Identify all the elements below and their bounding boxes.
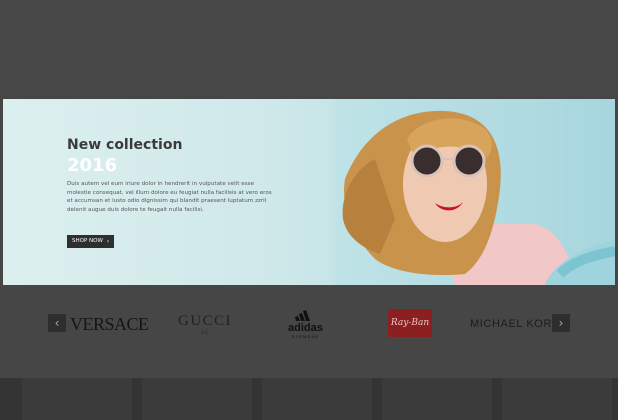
brand-logo-adidas[interactable]: adidas EYEWEAR	[288, 308, 323, 340]
hero-title: New collection	[67, 137, 183, 153]
bottom-tile	[22, 378, 132, 420]
adidas-wordmark: adidas	[288, 321, 323, 334]
chevron-right-icon: ›	[106, 238, 110, 245]
bottom-tile	[502, 378, 612, 420]
bottom-tile	[262, 378, 372, 420]
versace-wordmark: VERSACE	[70, 313, 149, 334]
michael-kors-wordmark: MICHAEL KORS	[470, 318, 560, 330]
brand-logo-versace[interactable]: VERSACE	[70, 308, 149, 340]
hero-description: Duis autem vel eum iriure dolor in hendr…	[67, 181, 272, 214]
shop-now-button[interactable]: SHOP NOW ›	[67, 235, 115, 248]
brand-logo-gucci[interactable]: GUCCI ↄc	[178, 308, 232, 340]
bottom-tile	[382, 378, 492, 420]
adidas-stripes-icon	[295, 309, 311, 321]
hero-banner: New collection 2016 Duis autem vel eum i…	[3, 99, 615, 285]
hero-year: 2016	[67, 155, 118, 176]
brand-logo-michael-kors[interactable]: MICHAEL KORS	[470, 308, 560, 340]
adidas-subtitle: EYEWEAR	[291, 333, 319, 339]
brand-logo-rayban[interactable]: Ray-Ban	[388, 309, 432, 337]
chevron-left-icon[interactable]: ‹	[48, 314, 66, 332]
top-band	[0, 0, 618, 96]
bottom-band	[0, 378, 618, 420]
shop-now-label: SHOP NOW	[72, 238, 103, 244]
brand-carousel: ‹ VERSACE GUCCI ↄc adidas EYEWEAR Ray-Ba…	[0, 300, 618, 350]
gucci-gg-icon: ↄc	[200, 327, 210, 336]
model-image	[335, 99, 615, 285]
chevron-right-icon[interactable]: ›	[552, 314, 570, 332]
rayban-wordmark: Ray-Ban	[390, 318, 430, 328]
bottom-tile	[142, 378, 252, 420]
